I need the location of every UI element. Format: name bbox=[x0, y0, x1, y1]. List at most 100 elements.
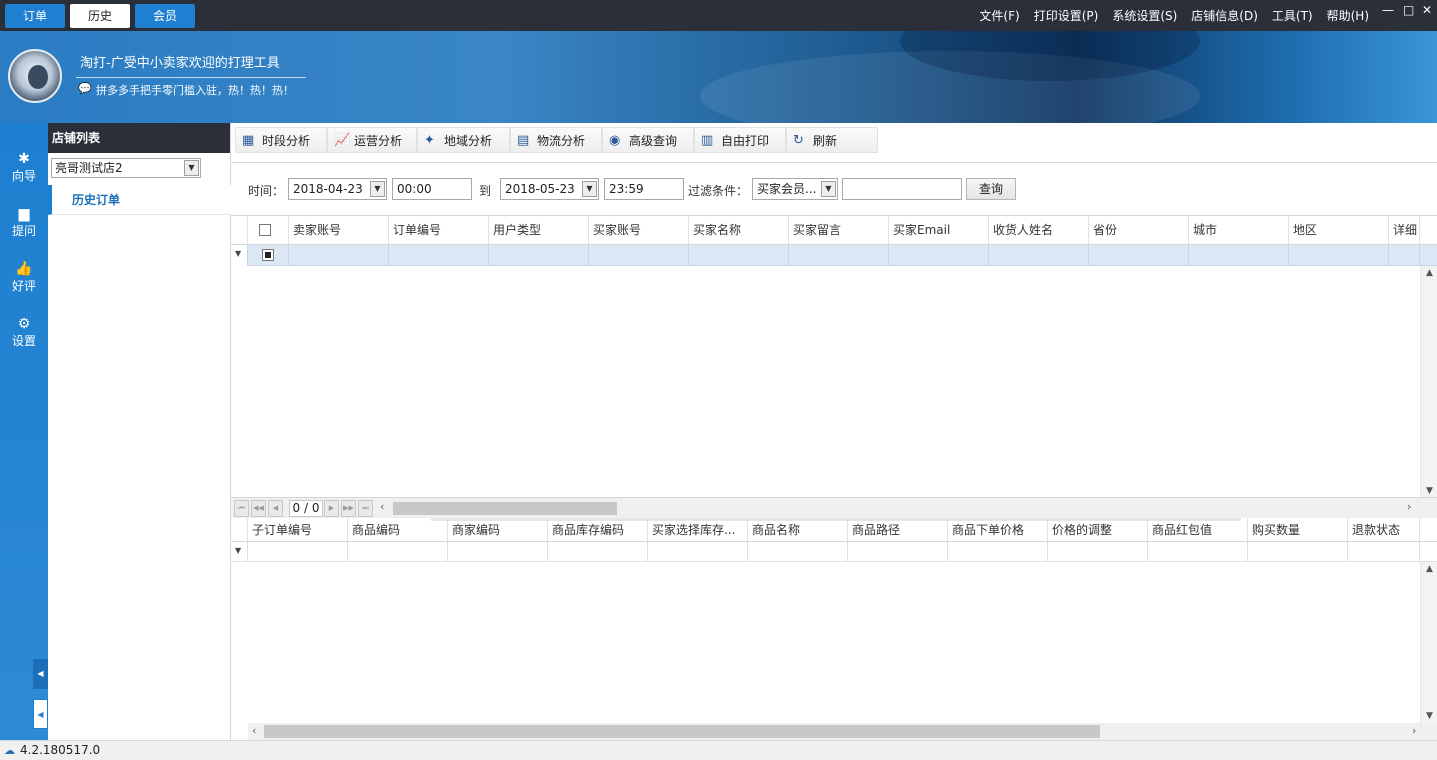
filter-cell[interactable] bbox=[548, 542, 648, 562]
next-icon[interactable]: ▶ bbox=[324, 500, 339, 517]
col-order-id[interactable]: 订单编号 bbox=[389, 216, 489, 245]
filter-cell[interactable] bbox=[989, 245, 1089, 266]
filter-cell[interactable] bbox=[848, 542, 948, 562]
start-time-input[interactable]: 00:00 bbox=[392, 178, 472, 200]
select-all-checkbox[interactable] bbox=[259, 224, 271, 236]
col-refund-status[interactable]: 退款状态 bbox=[1348, 518, 1420, 542]
item-grid-vscroll[interactable]: ▲ ▼ bbox=[1420, 562, 1437, 723]
filter-cell[interactable] bbox=[1148, 542, 1248, 562]
filter-cell[interactable] bbox=[689, 245, 789, 266]
filter-condition-select[interactable]: 买家会员... ▼ bbox=[752, 178, 838, 200]
filter-icon[interactable]: ▼ bbox=[235, 546, 241, 555]
filter-cell[interactable] bbox=[289, 245, 389, 266]
scroll-down-icon[interactable]: ▼ bbox=[1421, 486, 1437, 496]
advanced-query-button[interactable]: ◉ 高级查询 bbox=[602, 127, 694, 153]
filter-cell[interactable] bbox=[1048, 542, 1148, 562]
shop-select[interactable]: 亮哥测试店2 ▼ bbox=[51, 158, 201, 178]
filter-cell[interactable] bbox=[389, 245, 489, 266]
end-time-input[interactable]: 23:59 bbox=[604, 178, 684, 200]
query-button[interactable]: 查询 bbox=[966, 178, 1016, 200]
filter-cell[interactable] bbox=[1248, 542, 1348, 562]
col-product-code[interactable]: 商品编码 bbox=[348, 518, 448, 542]
filter-cell[interactable] bbox=[889, 245, 989, 266]
col-buyer-name[interactable]: 买家名称 bbox=[689, 216, 789, 245]
filter-cell[interactable] bbox=[348, 542, 448, 562]
filter-cell[interactable] bbox=[248, 542, 348, 562]
prev-page-icon[interactable]: ◀◀ bbox=[251, 500, 266, 517]
col-product-path[interactable]: 商品路径 bbox=[848, 518, 948, 542]
shop-item-history-orders[interactable]: 历史订单 bbox=[48, 185, 231, 215]
prev-icon[interactable]: ◀ bbox=[268, 500, 283, 517]
col-order-price[interactable]: 商品下单价格 bbox=[948, 518, 1048, 542]
col-buyer-stock-choice[interactable]: 买家选择库存... bbox=[648, 518, 748, 542]
col-buyer-account[interactable]: 买家账号 bbox=[589, 216, 689, 245]
order-grid-vscroll[interactable]: ▲ ▼ bbox=[1420, 266, 1437, 498]
order-grid-hscroll-thumb[interactable] bbox=[393, 502, 617, 515]
filter-cell[interactable] bbox=[1089, 245, 1189, 266]
free-print-button[interactable]: ▥ 自由打印 bbox=[694, 127, 786, 153]
col-district[interactable]: 地区 bbox=[1289, 216, 1389, 245]
chevron-down-icon[interactable]: ▼ bbox=[370, 181, 385, 197]
col-price-adjust[interactable]: 价格的调整 bbox=[1048, 518, 1148, 542]
scroll-left-icon[interactable]: ‹ bbox=[252, 724, 256, 737]
filter-cell[interactable] bbox=[1348, 542, 1420, 562]
tab-orders[interactable]: 订单 bbox=[5, 4, 65, 28]
col-buyer-message[interactable]: 买家留言 bbox=[789, 216, 889, 245]
filter-icon[interactable]: ▼ bbox=[235, 249, 241, 258]
item-grid-hscroll[interactable]: ‹ › bbox=[248, 723, 1437, 740]
region-analysis-button[interactable]: ✦ 地域分析 bbox=[417, 127, 510, 153]
col-province[interactable]: 省份 bbox=[1089, 216, 1189, 245]
col-seller-account[interactable]: 卖家账号 bbox=[289, 216, 389, 245]
start-date-picker[interactable]: 2018-04-23 ▼ bbox=[288, 178, 387, 200]
col-buyer-email[interactable]: 买家Email bbox=[889, 216, 989, 245]
col-red-packet[interactable]: 商品红包值 bbox=[1148, 518, 1248, 542]
first-page-icon[interactable]: ⏮ bbox=[234, 500, 249, 517]
chevron-down-icon[interactable]: ▼ bbox=[582, 181, 597, 197]
nav-wizard[interactable]: ✱ 向导 bbox=[0, 151, 48, 184]
filter-cell[interactable] bbox=[1289, 245, 1389, 266]
filter-cell[interactable] bbox=[1389, 245, 1420, 266]
nav-review[interactable]: 👍 好评 bbox=[0, 261, 48, 294]
logistics-analysis-button[interactable]: ▤ 物流分析 bbox=[510, 127, 602, 153]
minimize-icon[interactable]: — bbox=[1382, 3, 1394, 17]
col-sub-order-id[interactable]: 子订单编号 bbox=[248, 518, 348, 542]
close-icon[interactable]: ✕ bbox=[1422, 3, 1432, 17]
filter-cell[interactable] bbox=[789, 245, 889, 266]
filter-cell[interactable] bbox=[648, 542, 748, 562]
collapse-left-button[interactable]: ◀ bbox=[33, 659, 48, 689]
scroll-down-icon[interactable]: ▼ bbox=[1421, 711, 1437, 721]
col-product-name[interactable]: 商品名称 bbox=[748, 518, 848, 542]
filter-keyword-input[interactable] bbox=[842, 178, 962, 200]
filter-cell[interactable] bbox=[948, 542, 1048, 562]
menu-print-settings[interactable]: 打印设置(P) bbox=[1034, 7, 1099, 24]
filter-cell[interactable] bbox=[748, 542, 848, 562]
col-receiver-name[interactable]: 收货人姓名 bbox=[989, 216, 1089, 245]
collapse-panel-button[interactable]: ◀ bbox=[33, 699, 48, 729]
tab-history[interactable]: 历史 bbox=[70, 4, 130, 28]
time-analysis-button[interactable]: ▦ 时段分析 bbox=[235, 127, 327, 153]
chevron-down-icon[interactable]: ▼ bbox=[821, 181, 836, 197]
col-stock-code[interactable]: 商品库存编码 bbox=[548, 518, 648, 542]
last-page-icon[interactable]: ⏭ bbox=[358, 500, 373, 517]
maximize-icon[interactable]: □ bbox=[1403, 3, 1414, 17]
filter-checkbox[interactable] bbox=[262, 249, 274, 261]
nav-question[interactable]: ▆ 提问 bbox=[0, 206, 48, 239]
col-user-type[interactable]: 用户类型 bbox=[489, 216, 589, 245]
col-quantity[interactable]: 购买数量 bbox=[1248, 518, 1348, 542]
scroll-up-icon[interactable]: ▲ bbox=[1421, 564, 1437, 574]
filter-cell[interactable] bbox=[489, 245, 589, 266]
menu-system-settings[interactable]: 系统设置(S) bbox=[1112, 7, 1177, 24]
filter-cell[interactable] bbox=[448, 542, 548, 562]
tab-members[interactable]: 会员 bbox=[135, 4, 195, 28]
end-date-picker[interactable]: 2018-05-23 ▼ bbox=[500, 178, 599, 200]
col-detail[interactable]: 详细 bbox=[1389, 216, 1420, 245]
menu-file[interactable]: 文件(F) bbox=[979, 7, 1019, 24]
scroll-right-icon[interactable]: › bbox=[1407, 500, 1411, 513]
menu-tools[interactable]: 工具(T) bbox=[1272, 7, 1313, 24]
menu-shop-info[interactable]: 店铺信息(D) bbox=[1191, 7, 1258, 24]
next-page-icon[interactable]: ▶▶ bbox=[341, 500, 356, 517]
scroll-right-icon[interactable]: › bbox=[1412, 724, 1416, 737]
scroll-left-icon[interactable]: ‹ bbox=[380, 500, 384, 513]
menu-help[interactable]: 帮助(H) bbox=[1327, 7, 1369, 24]
col-merchant-code[interactable]: 商家编码 bbox=[448, 518, 548, 542]
